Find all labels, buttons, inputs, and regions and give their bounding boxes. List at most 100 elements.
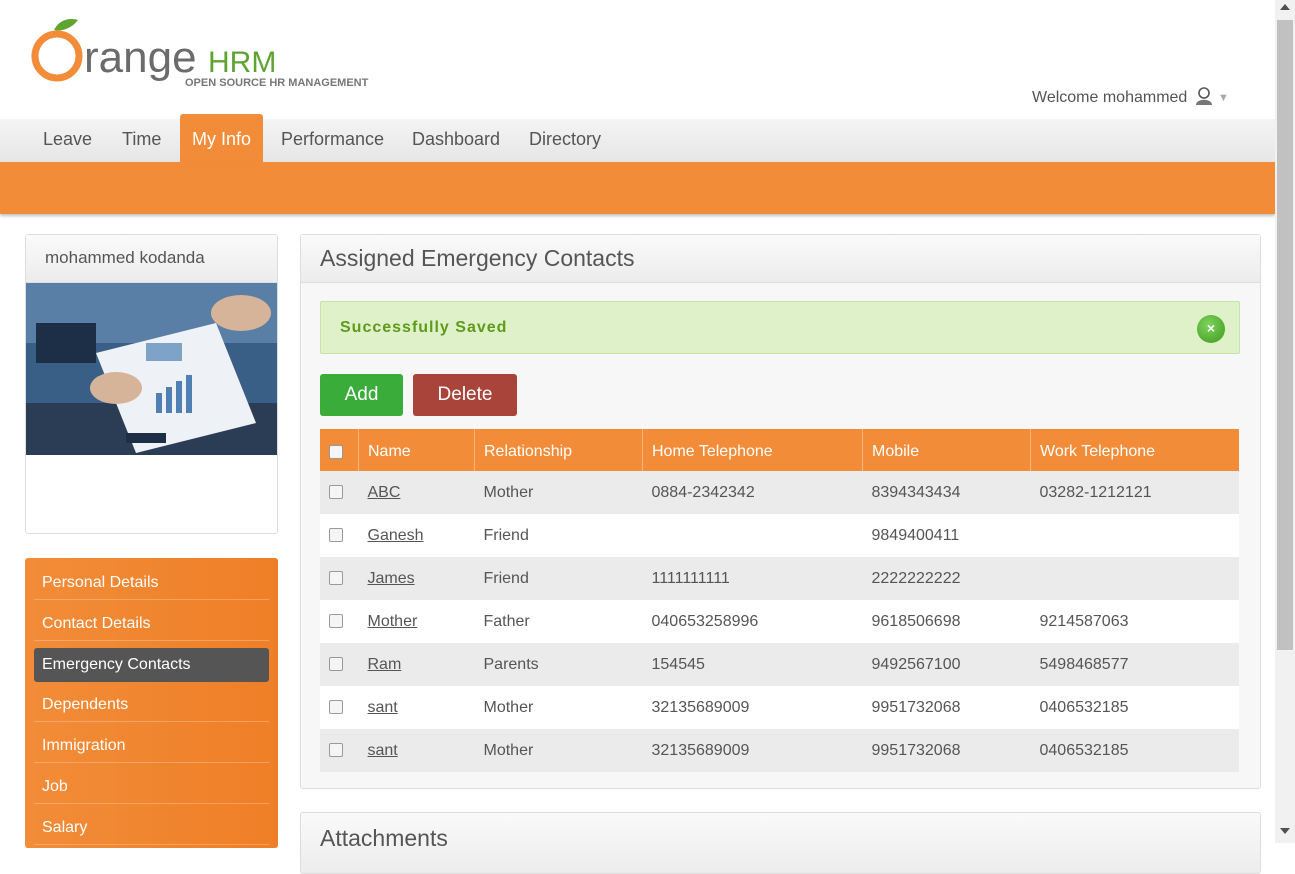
orangehrm-logo[interactable]: range HRM OPEN SOURCE HR MANAGEMENT bbox=[30, 16, 390, 96]
row-checkbox[interactable] bbox=[329, 614, 343, 629]
close-icon[interactable]: × bbox=[1197, 315, 1225, 343]
col-relationship[interactable]: Relationship bbox=[474, 429, 643, 471]
side-menu: Personal Details Contact Details Emergen… bbox=[25, 558, 278, 848]
attachments-panel: Attachments bbox=[300, 812, 1261, 874]
nav-item-leave[interactable]: Leave bbox=[43, 119, 92, 162]
svg-text:OPEN SOURCE HR MANAGEMENT: OPEN SOURCE HR MANAGEMENT bbox=[185, 77, 369, 89]
work-telephone-cell: 0406532185 bbox=[1030, 686, 1239, 729]
table-row: Ram Parents 154545 9492567100 5498468577 bbox=[320, 643, 1239, 686]
profile-name: mohammed kodanda bbox=[26, 235, 277, 283]
select-all-checkbox[interactable] bbox=[329, 444, 343, 459]
col-mobile[interactable]: Mobile bbox=[862, 429, 1031, 471]
work-telephone-cell: 9214587063 bbox=[1030, 600, 1239, 643]
mobile-cell: 2222222222 bbox=[862, 557, 1031, 600]
col-home-telephone[interactable]: Home Telephone bbox=[642, 429, 863, 471]
row-select-cell bbox=[320, 729, 359, 772]
row-checkbox[interactable] bbox=[329, 743, 343, 758]
table-row: James Friend 1111111111 2222222222 bbox=[320, 557, 1239, 600]
row-select-cell bbox=[320, 600, 359, 643]
emergency-contacts-panel: Assigned Emergency Contacts Successfully… bbox=[300, 234, 1261, 789]
svg-text:HRM: HRM bbox=[208, 46, 276, 79]
contact-name-link[interactable]: ABC bbox=[368, 484, 401, 501]
side-item-contact-details[interactable]: Contact Details bbox=[34, 607, 269, 641]
row-checkbox[interactable] bbox=[329, 485, 343, 500]
relationship-cell: Father bbox=[474, 600, 643, 643]
nav-item-performance[interactable]: Performance bbox=[281, 119, 384, 162]
user-icon[interactable] bbox=[1194, 86, 1214, 106]
row-select-cell bbox=[320, 471, 359, 514]
sub-nav-bar bbox=[0, 162, 1275, 214]
nav-item-directory[interactable]: Directory bbox=[529, 119, 601, 162]
scroll-down-icon[interactable] bbox=[1280, 828, 1290, 834]
chevron-down-icon[interactable]: ▼ bbox=[1218, 92, 1229, 104]
table-row: sant Mother 32135689009 9951732068 04065… bbox=[320, 729, 1239, 772]
row-checkbox[interactable] bbox=[329, 657, 343, 672]
home-telephone-cell: 154545 bbox=[642, 643, 863, 686]
row-select-cell bbox=[320, 643, 359, 686]
relationship-cell: Friend bbox=[474, 514, 643, 557]
relationship-cell: Mother bbox=[474, 729, 643, 772]
relationship-cell: Parents bbox=[474, 643, 643, 686]
name-cell: James bbox=[358, 557, 475, 600]
contact-name-link[interactable]: sant bbox=[368, 699, 398, 716]
side-item-salary[interactable]: Salary bbox=[34, 811, 269, 845]
add-button[interactable]: Add bbox=[320, 374, 403, 416]
delete-button[interactable]: Delete bbox=[413, 374, 517, 416]
name-cell: Ram bbox=[358, 643, 475, 686]
side-item-personal-details[interactable]: Personal Details bbox=[34, 566, 269, 600]
work-telephone-cell: 0406532185 bbox=[1030, 729, 1239, 772]
nav-item-dashboard[interactable]: Dashboard bbox=[412, 119, 500, 162]
contacts-table: Name Relationship Home Telephone Mobile … bbox=[320, 429, 1239, 772]
contact-name-link[interactable]: Ram bbox=[368, 656, 402, 673]
row-select-cell bbox=[320, 686, 359, 729]
contact-name-link[interactable]: James bbox=[368, 570, 415, 587]
side-item-immigration[interactable]: Immigration bbox=[34, 729, 269, 763]
welcome-text[interactable]: Welcome mohammed bbox=[1032, 89, 1187, 107]
home-telephone-cell: 1111111111 bbox=[642, 557, 863, 600]
profile-photo[interactable] bbox=[26, 283, 277, 455]
table-header-row: Name Relationship Home Telephone Mobile … bbox=[320, 429, 1239, 471]
mobile-cell: 9849400411 bbox=[862, 514, 1031, 557]
home-telephone-cell bbox=[642, 514, 863, 557]
attachments-title: Attachments bbox=[320, 825, 448, 851]
row-select-cell bbox=[320, 557, 359, 600]
nav-item-time[interactable]: Time bbox=[122, 119, 161, 162]
relationship-cell: Mother bbox=[474, 471, 643, 514]
scroll-up-icon[interactable] bbox=[1280, 4, 1290, 10]
work-telephone-cell bbox=[1030, 514, 1239, 557]
home-telephone-cell: 0884-2342342 bbox=[642, 471, 863, 514]
contact-name-link[interactable]: Ganesh bbox=[368, 527, 424, 544]
mobile-cell: 9618506698 bbox=[862, 600, 1031, 643]
side-item-emergency-contacts[interactable]: Emergency Contacts bbox=[34, 648, 269, 682]
scrollbar-thumb[interactable] bbox=[1277, 20, 1293, 650]
col-work-telephone[interactable]: Work Telephone bbox=[1030, 429, 1239, 471]
row-checkbox[interactable] bbox=[329, 528, 343, 543]
row-checkbox[interactable] bbox=[329, 571, 343, 586]
success-message: Successfully Saved × bbox=[320, 301, 1240, 354]
col-name[interactable]: Name bbox=[358, 429, 475, 471]
nav-item-my-info[interactable]: My Info bbox=[180, 114, 264, 162]
relationship-cell: Mother bbox=[474, 686, 643, 729]
side-item-job[interactable]: Job bbox=[34, 770, 269, 804]
svg-text:range: range bbox=[84, 33, 197, 82]
mobile-cell: 9492567100 bbox=[862, 643, 1031, 686]
name-cell: Mother bbox=[358, 600, 475, 643]
side-item-dependents[interactable]: Dependents bbox=[34, 688, 269, 722]
panel-title: Assigned Emergency Contacts bbox=[301, 235, 1260, 283]
page-scrollbar[interactable] bbox=[1275, 0, 1295, 843]
name-cell: sant bbox=[358, 686, 475, 729]
work-telephone-cell: 03282-1212121 bbox=[1030, 471, 1239, 514]
table-row: Ganesh Friend 9849400411 bbox=[320, 514, 1239, 557]
work-telephone-cell bbox=[1030, 557, 1239, 600]
main-nav: Leave Time My Info Performance Dashboard… bbox=[0, 114, 1275, 163]
contact-name-link[interactable]: sant bbox=[368, 742, 398, 759]
success-message-text: Successfully Saved bbox=[340, 319, 508, 336]
mobile-cell: 9951732068 bbox=[862, 729, 1031, 772]
home-telephone-cell: 32135689009 bbox=[642, 729, 863, 772]
table-row: Mother Father 040653258996 9618506698 92… bbox=[320, 600, 1239, 643]
contact-name-link[interactable]: Mother bbox=[368, 613, 418, 630]
table-row: ABC Mother 0884-2342342 8394343434 03282… bbox=[320, 471, 1239, 514]
name-cell: sant bbox=[358, 729, 475, 772]
home-telephone-cell: 32135689009 bbox=[642, 686, 863, 729]
row-checkbox[interactable] bbox=[329, 700, 343, 715]
